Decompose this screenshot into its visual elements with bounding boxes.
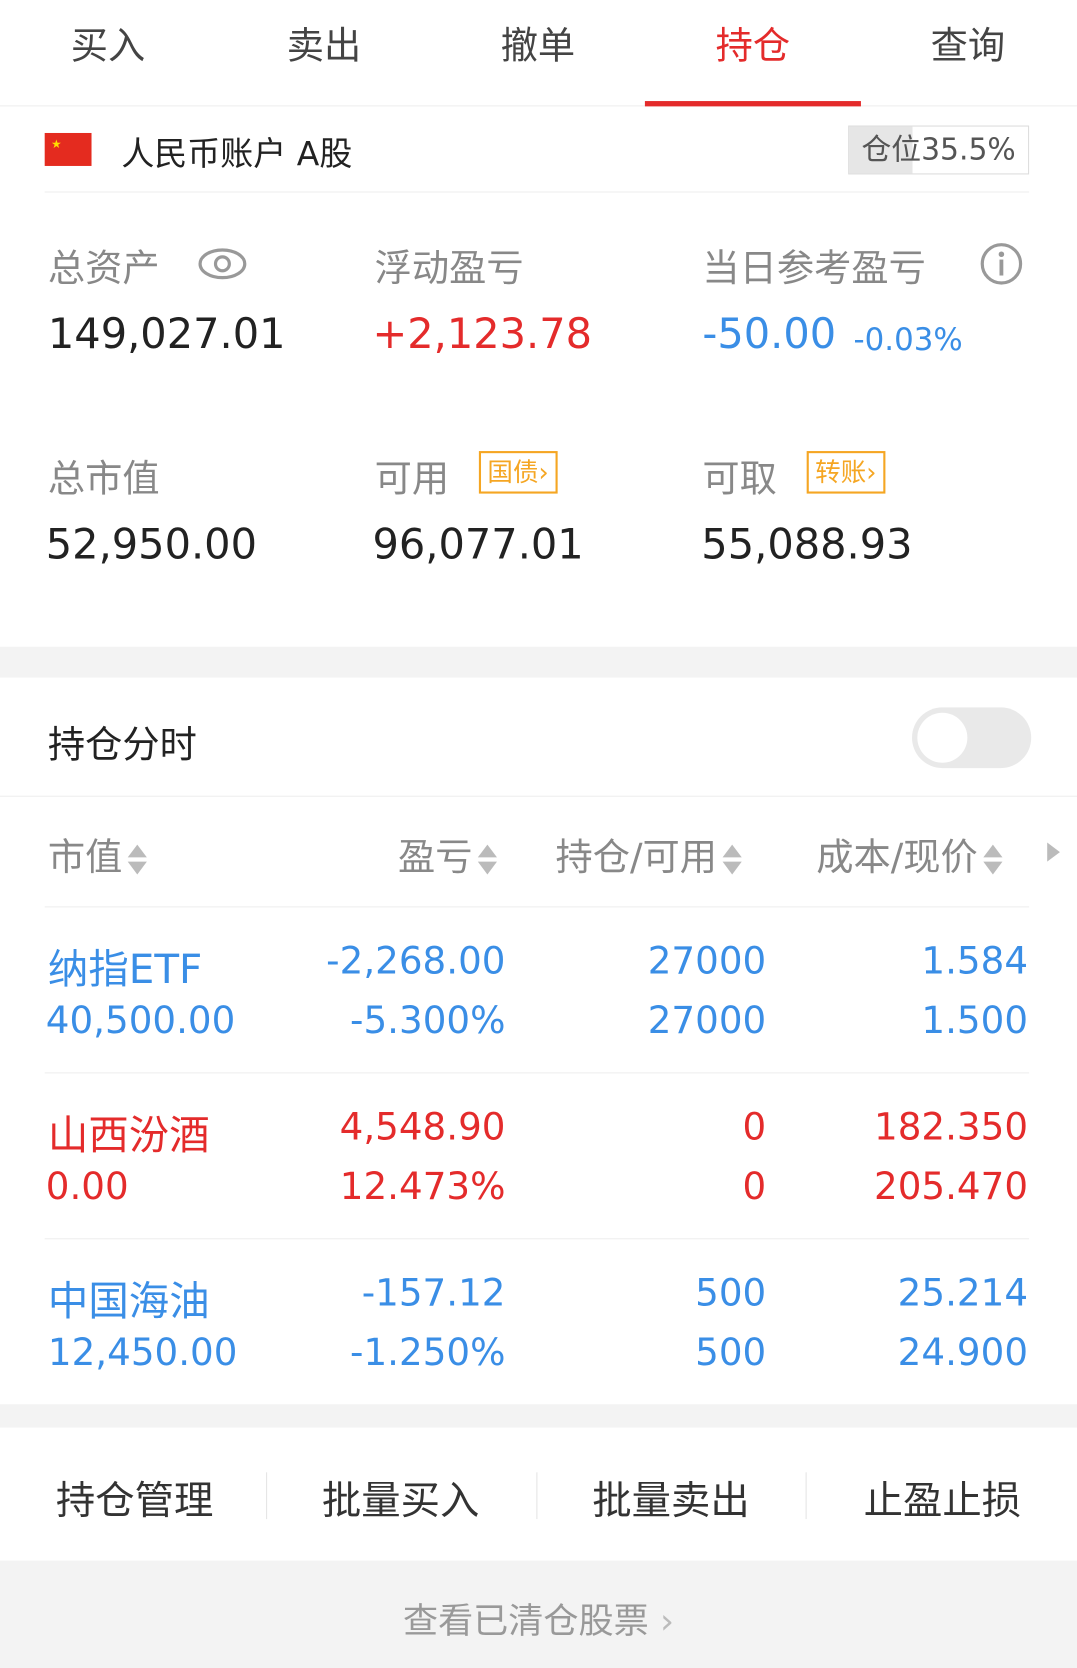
stock-available: 27000 — [647, 999, 767, 1043]
sort-icon — [721, 841, 742, 877]
chevron-right-icon: › — [538, 457, 549, 488]
available-label: 可用 — [374, 458, 450, 502]
stock-pnl: -157.12 — [361, 1272, 506, 1315]
divider — [44, 906, 1030, 908]
info-icon[interactable] — [979, 241, 1024, 290]
stock-pnl-percent: 12.473% — [339, 1165, 506, 1209]
intraday-toggle[interactable] — [912, 707, 1032, 769]
intraday-title: 持仓分时 — [47, 724, 197, 767]
stock-cost: 182.350 — [873, 1106, 1029, 1149]
stock-market-value: 0.00 — [45, 1165, 129, 1209]
day-pnl-percent: -0.03% — [853, 321, 963, 358]
tab-positions[interactable]: 持仓 — [644, 0, 861, 107]
tab-positions-label: 持仓 — [715, 25, 791, 69]
header-pnl-label: 盈亏 — [398, 837, 473, 880]
sort-icon — [982, 841, 1003, 877]
float-pnl-value: +2,123.78 — [372, 310, 593, 359]
day-pnl-label: 当日参考盈亏 — [702, 247, 926, 291]
stock-hold: 500 — [695, 1272, 767, 1315]
header-pnl[interactable]: 盈亏 — [398, 828, 498, 882]
available-value: 96,077.01 — [372, 521, 584, 570]
chevron-right-icon: › — [659, 1599, 675, 1642]
scroll-right-icon[interactable] — [1047, 842, 1060, 862]
day-pnl-value: -50.00 — [702, 310, 837, 359]
stock-pnl-percent: -5.300% — [350, 999, 506, 1043]
tab-cancel-order[interactable]: 撤单 — [430, 0, 646, 106]
stock-hold: 0 — [742, 1106, 767, 1149]
sort-icon — [477, 841, 498, 877]
header-cost-price-label: 成本/现价 — [816, 837, 978, 880]
total-assets-label: 总资产 — [47, 247, 160, 291]
toggle-knob — [917, 712, 968, 763]
header-hold-available[interactable]: 持仓/可用 — [556, 828, 743, 882]
eye-icon[interactable] — [198, 247, 247, 285]
stock-name[interactable]: 中国海油 — [48, 1268, 210, 1327]
stock-pnl: -2,268.00 — [326, 940, 506, 983]
stock-cost: 25.214 — [897, 1272, 1029, 1315]
section-divider — [0, 1404, 1077, 1428]
cleared-stocks-link[interactable]: 查看已清仓股票 › — [0, 1560, 1077, 1668]
treasury-bond-label: 国债 — [487, 457, 539, 488]
tab-buy[interactable]: 买入 — [0, 0, 216, 106]
top-tab-bar: 买入 卖出 撤单 持仓 查询 — [0, 0, 1077, 107]
position-management-button[interactable]: 持仓管理 — [0, 1468, 269, 1525]
total-assets-value: 149,027.01 — [47, 310, 286, 359]
cleared-stocks-label: 查看已清仓股票 — [402, 1599, 649, 1642]
divider — [44, 1072, 1030, 1074]
stock-available: 0 — [742, 1165, 767, 1209]
divider — [44, 1238, 1030, 1240]
tab-query[interactable]: 查询 — [860, 0, 1076, 106]
market-value-value: 52,950.00 — [45, 521, 258, 570]
header-cost-price[interactable]: 成本/现价 — [816, 828, 1003, 882]
take-profit-stop-loss-button[interactable]: 止盈止损 — [808, 1468, 1077, 1525]
treasury-bond-link[interactable]: 国债› — [478, 451, 558, 494]
stock-pnl: 4,548.90 — [339, 1106, 506, 1149]
stock-market-value: 12,450.00 — [47, 1331, 238, 1375]
divider — [0, 795, 1077, 797]
stock-price: 24.900 — [897, 1331, 1029, 1375]
account-row: ★ 人民币账户 A股 仓位35.5% — [44, 109, 1030, 193]
stock-market-value: 40,500.00 — [45, 999, 236, 1043]
account-name: 人民币账户 A股 — [121, 135, 353, 174]
stock-price: 205.470 — [873, 1165, 1029, 1209]
stock-pnl-percent: -1.250% — [350, 1331, 506, 1375]
withdrawable-label: 可取 — [702, 458, 777, 502]
stock-name[interactable]: 山西汾酒 — [48, 1102, 210, 1161]
transfer-link[interactable]: 转账› — [806, 451, 885, 494]
divider — [805, 1472, 807, 1520]
stock-cost: 1.584 — [921, 940, 1029, 983]
header-hold-available-label: 持仓/可用 — [555, 837, 718, 880]
stock-price: 1.500 — [921, 999, 1029, 1043]
stock-hold: 27000 — [647, 940, 767, 983]
chevron-right-icon: › — [866, 457, 877, 488]
float-pnl-label: 浮动盈亏 — [374, 247, 524, 291]
section-divider — [0, 646, 1077, 678]
china-flag-icon: ★ — [44, 132, 92, 166]
market-value-label: 总市值 — [47, 458, 160, 502]
batch-buy-button[interactable]: 批量买入 — [266, 1468, 535, 1525]
withdrawable-value: 55,088.93 — [701, 521, 913, 570]
active-tab-indicator — [644, 101, 861, 107]
stock-available: 500 — [695, 1331, 767, 1375]
stock-name[interactable]: 纳指ETF — [48, 936, 202, 995]
tab-sell[interactable]: 卖出 — [216, 0, 432, 106]
batch-sell-button[interactable]: 批量卖出 — [536, 1468, 805, 1525]
transfer-label: 转账 — [815, 457, 867, 488]
sort-icon — [127, 841, 148, 877]
header-market-value[interactable]: 市值 — [48, 828, 148, 882]
header-market-value-label: 市值 — [47, 837, 123, 880]
position-ratio-badge: 仓位35.5% — [848, 125, 1030, 175]
